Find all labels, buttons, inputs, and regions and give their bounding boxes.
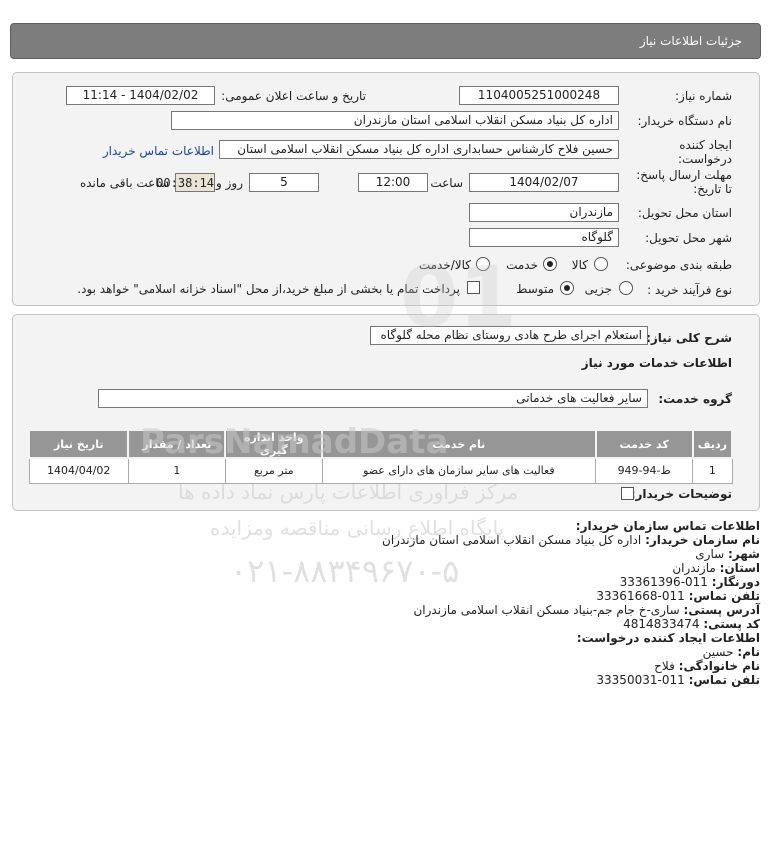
process-option-medium: متوسط <box>516 282 554 296</box>
announce-datetime-field[interactable]: 1404/02/02 - 11:14 <box>66 86 215 105</box>
contact-phone: تلفن تماس: 011-33361668 <box>596 589 760 603</box>
treasury-checkbox[interactable] <box>467 281 480 294</box>
creator-field[interactable]: حسین فلاح کارشناس حسابداری اداره کل بنیا… <box>219 140 619 159</box>
page-title-bar: جزئیات اطلاعات نیاز <box>10 23 761 59</box>
creator-heading: اطلاعات ایجاد کننده درخواست: <box>576 631 760 645</box>
contact-province-label: استان: <box>719 561 760 575</box>
description-field[interactable]: استعلام اجرای طرح هادی روستای نظام محله … <box>370 326 648 345</box>
service-group-label: گروه خدمت: <box>658 392 732 406</box>
watermark-phone: ۰۲۱-۸۸۳۴۹۶۷۰-۵ <box>230 552 460 590</box>
contact-address: آدرس پستی: ساری-خ جام جم-بنیاد مسکن انقل… <box>413 603 760 617</box>
contact-city: شهر: ساری <box>695 547 760 561</box>
description-label: شرح کلی نیاز: <box>646 331 732 345</box>
contact-city-value: ساری <box>695 547 725 561</box>
contact-fax-value: 011-33361396 <box>619 575 708 589</box>
creator-first-name-value: حسین <box>702 645 734 659</box>
deadline-date-field[interactable]: 1404/02/07 <box>469 173 619 192</box>
announce-label: تاریخ و ساعت اعلان عمومی: <box>221 89 366 103</box>
buyer-notes-checkbox[interactable] <box>621 487 634 500</box>
process-label: نوع فرآیند خرید : <box>647 283 732 297</box>
creator-first-name: نام: حسین <box>703 645 760 659</box>
creator-phone: تلفن تماس: 011-33350031 <box>596 673 760 687</box>
category-radio-service[interactable] <box>543 257 557 271</box>
category-option-goods-service: کالا/خدمت <box>418 258 471 272</box>
need-number-field[interactable]: 1104005251000248 <box>459 86 619 105</box>
services-table: ردیف کد خدمت نام خدمت واحد اندازه گیری ت… <box>27 429 734 484</box>
cell-date: 1404/04/02 <box>28 457 129 484</box>
buyer-org-label: نام دستگاه خریدار: <box>637 114 733 128</box>
creator-last-name-label: نام خانوادگی: <box>678 659 760 673</box>
creator-last-name-value: فلاح <box>654 659 675 673</box>
page-title: جزئیات اطلاعات نیاز <box>639 34 742 48</box>
buyer-org-field[interactable]: اداره کل بنیاد مسکن انقلاب اسلامی استان … <box>171 111 619 130</box>
remaining-label: ساعت باقی مانده <box>79 176 169 190</box>
contact-fax: دورنگار: 011-33361396 <box>620 575 760 589</box>
province-field[interactable]: مازندران <box>469 203 619 222</box>
table-row[interactable]: 1 ط-94-949 فعالیت های سایر سازمان های دا… <box>28 457 733 484</box>
days-field[interactable]: 5 <box>249 173 319 192</box>
process-radio-medium[interactable] <box>560 281 574 295</box>
service-group-field[interactable]: سایر فعالیت های خدماتی <box>98 389 648 408</box>
col-qty-header: تعداد / مقدار <box>127 429 227 459</box>
creator-label-2: درخواست: <box>678 152 732 166</box>
contact-postal-value: 4814833474 <box>623 617 700 631</box>
contact-province-value: مازندران <box>672 561 716 575</box>
process-option-minor: جزیی <box>584 282 612 296</box>
creator-label: ایجاد کننده <box>679 138 732 152</box>
creator-phone-value: 011-33350031 <box>596 673 685 687</box>
payment-note: پرداخت تمام یا بخشی از مبلغ خرید،از محل … <box>77 282 460 296</box>
col-code-header: کد خدمت <box>594 429 694 459</box>
category-option-goods: کالا <box>571 258 588 272</box>
category-label: طبقه بندی موضوعی: <box>625 258 732 272</box>
contact-phone-value: 011-33361668 <box>596 589 685 603</box>
time-label: ساعت <box>430 176 463 190</box>
deadline-label: مهلت ارسال پاسخ: <box>636 168 732 182</box>
process-radio-minor[interactable] <box>619 281 633 295</box>
contact-postal-label: کد پستی: <box>703 617 760 631</box>
creator-last-name: نام خانوادگی: فلاح <box>654 659 760 673</box>
buyer-notes-label: توضیحات خریدار: <box>630 487 732 501</box>
contact-org-label: نام سازمان خریدار: <box>645 533 760 547</box>
col-row-header: ردیف <box>691 429 734 459</box>
contact-org: نام سازمان خریدار: اداره کل بنیاد مسکن ا… <box>382 533 760 547</box>
city-field[interactable]: گلوگاه <box>469 228 619 247</box>
cell-code: ط-94-949 <box>594 457 694 484</box>
contact-address-label: آدرس پستی: <box>683 603 760 617</box>
col-date-header: تاریخ نیاز <box>27 429 130 459</box>
cell-qty: 1 <box>127 457 226 484</box>
contact-org-value: اداره کل بنیاد مسکن انقلاب اسلامی استان … <box>382 533 642 547</box>
contact-city-label: شهر: <box>728 547 760 561</box>
remaining-time: 00:38:14 <box>156 173 215 192</box>
col-name-header: نام خدمت <box>321 429 597 459</box>
contact-postal: کد پستی: 4814833474 <box>623 617 760 631</box>
city-label: شهر محل تحویل: <box>645 231 732 245</box>
creator-first-name-label: نام: <box>737 645 760 659</box>
category-option-service: خدمت <box>506 258 538 272</box>
col-unit-header: واحد اندازه گیری <box>224 429 324 459</box>
deadline-time-field[interactable]: 12:00 <box>358 173 428 192</box>
cell-row: 1 <box>692 457 733 484</box>
cell-unit: متر مربع <box>224 457 323 484</box>
contact-fax-label: دورنگار: <box>711 575 760 589</box>
buyer-contact-link[interactable]: اطلاعات تماس خریدار <box>103 144 214 158</box>
province-label: استان محل تحویل: <box>637 206 732 220</box>
contact-address-value: ساری-خ جام جم-بنیاد مسکن انقلاب اسلامی م… <box>413 603 680 617</box>
deadline-label-2: تا تاریخ: <box>693 182 732 196</box>
cell-name: فعالیت های سایر سازمان های دارای عضو <box>321 457 597 484</box>
need-number-label: شماره نیاز: <box>675 89 732 103</box>
creator-phone-label: تلفن تماس: <box>688 673 760 687</box>
days-label: روز و <box>216 176 243 190</box>
category-radio-goods[interactable] <box>594 257 608 271</box>
contact-province: استان: مازندران <box>672 561 760 575</box>
services-heading: اطلاعات خدمات مورد نیاز <box>581 356 732 370</box>
contact-phone-label: تلفن تماس: <box>688 589 760 603</box>
category-radio-goods-service[interactable] <box>476 257 490 271</box>
contact-heading: اطلاعات تماس سازمان خریدار: <box>575 519 760 533</box>
table-header-row: ردیف کد خدمت نام خدمت واحد اندازه گیری ت… <box>27 429 734 459</box>
